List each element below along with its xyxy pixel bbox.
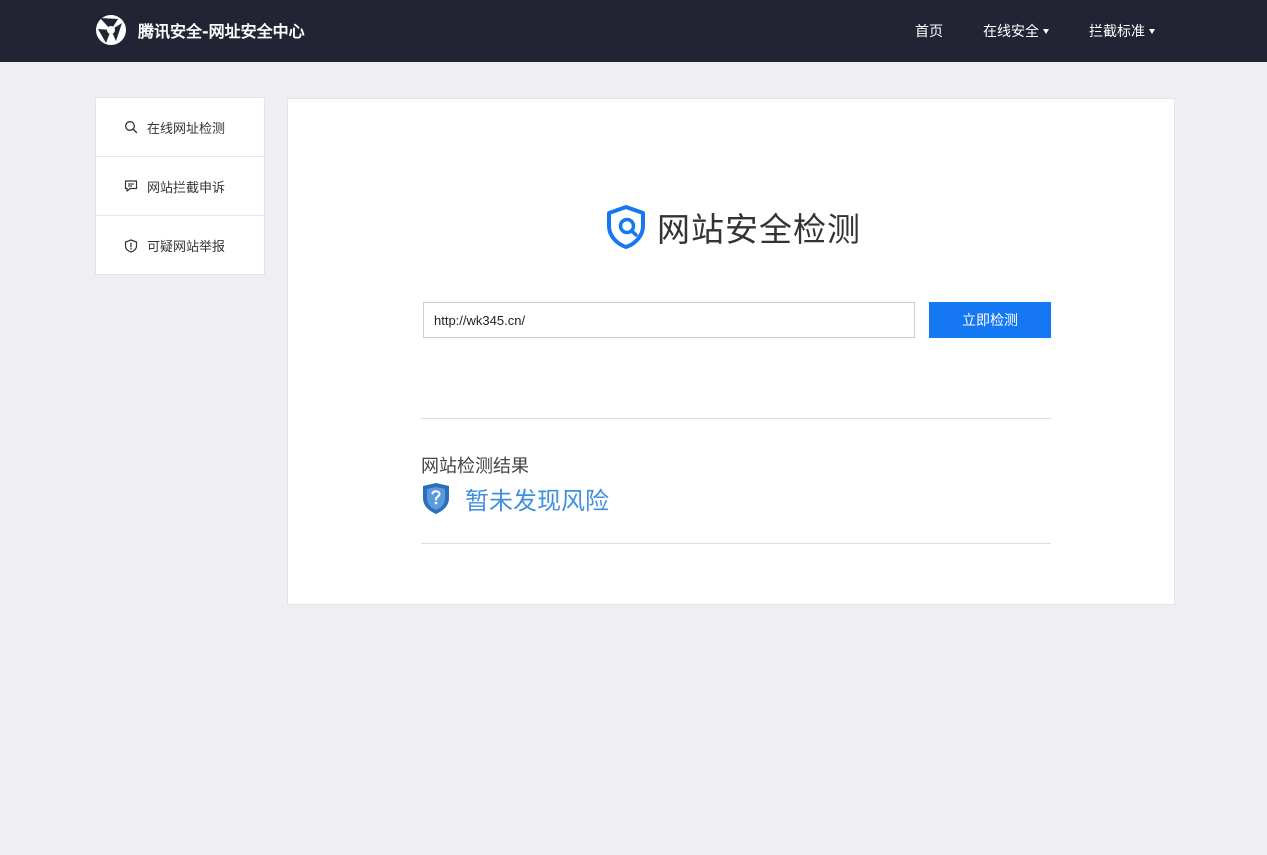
shield-question-icon [423, 483, 449, 514]
nav-block-standard[interactable]: 拦截标准 [1089, 21, 1155, 41]
divider [421, 543, 1051, 544]
page-title: 网站安全检测 [657, 210, 861, 249]
check-now-button[interactable]: 立即检测 [929, 302, 1051, 338]
nav-home-label: 首页 [915, 24, 943, 40]
result-status: 暂未发现风险 [421, 481, 609, 515]
divider [421, 418, 1051, 419]
nav-block-standard-label: 拦截标准 [1089, 24, 1145, 40]
tencent-security-logo-icon [96, 15, 126, 45]
sidebar-item-label: 网站拦截申诉 [147, 180, 226, 196]
sidebar-item-label: 可疑网站举报 [147, 240, 226, 255]
brand[interactable]: 腾讯安全-网址安全中心 [94, 13, 305, 47]
top-navbar: 腾讯安全-网址安全中心 首页 在线安全 拦截标准 [0, 0, 1267, 62]
sidebar-item-url-check[interactable]: 在线网址检测 [96, 98, 264, 157]
caret-down-icon [1149, 28, 1155, 34]
page-heading: 网站安全检测 [603, 202, 861, 252]
nav-home[interactable]: 首页 [915, 21, 943, 41]
url-input[interactable] [423, 302, 915, 338]
shield-search-logo-icon [607, 205, 645, 249]
sidebar-item-appeal[interactable]: 网站拦截申诉 [96, 157, 264, 216]
nav-online-security-label: 在线安全 [983, 24, 1039, 40]
brand-title: 腾讯安全-网址安全中心 [138, 22, 305, 41]
shield-alert-icon [124, 238, 138, 253]
sidebar-item-report[interactable]: 可疑网站举报 [96, 216, 264, 275]
caret-down-icon [1043, 28, 1049, 34]
sidebar-item-label: 在线网址检测 [147, 121, 226, 137]
sidebar: 在线网址检测 网站拦截申诉 可疑网站举报 [95, 97, 265, 275]
result-status-text: 暂未发现风险 [465, 486, 609, 515]
search-icon [125, 121, 138, 134]
result-label: 网站检测结果 [421, 456, 529, 477]
nav-online-security[interactable]: 在线安全 [983, 21, 1049, 41]
chat-icon [124, 180, 138, 192]
main-panel: 网站安全检测 立即检测 网站检测结果 暂未发现风险 [287, 98, 1175, 605]
